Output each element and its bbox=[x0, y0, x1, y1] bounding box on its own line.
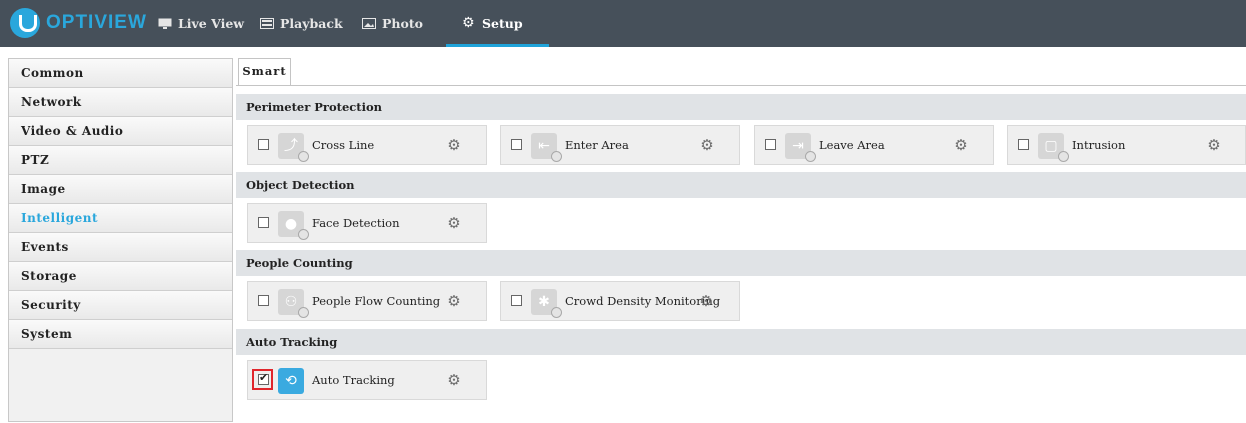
smart-settings-panel: Smart Perimeter Protection ⤴ Cross Line … bbox=[236, 58, 1246, 423]
sidebar-item-events[interactable]: Events bbox=[9, 233, 232, 262]
auto-tracking-icon: ⟲ bbox=[278, 368, 304, 394]
sidebar-item-system[interactable]: System bbox=[9, 320, 232, 349]
enter-area-checkbox[interactable] bbox=[511, 139, 522, 150]
cross-line-label: Cross Line bbox=[312, 138, 375, 152]
nav-playback-label: Playback bbox=[280, 16, 343, 31]
function-card-cross-line: ⤴ Cross Line ⚙ bbox=[247, 125, 487, 165]
section-people-counting: People Counting bbox=[236, 250, 1246, 276]
auto-tracking-settings-gear-icon[interactable]: ⚙ bbox=[447, 373, 461, 388]
nav-playback[interactable]: Playback bbox=[260, 0, 343, 47]
function-card-auto-tracking: ⟲ Auto Tracking ⚙ bbox=[247, 360, 487, 400]
crowd-density-icon: ✱ bbox=[531, 289, 562, 318]
cross-line-icon: ⤴ bbox=[278, 133, 309, 162]
brand-logo: OPTIVIEW bbox=[10, 6, 147, 40]
cross-line-checkbox[interactable] bbox=[258, 139, 269, 150]
intrusion-label: Intrusion bbox=[1072, 138, 1126, 152]
people-flow-counting-label: People Flow Counting bbox=[312, 294, 441, 308]
section-perimeter-protection: Perimeter Protection bbox=[236, 94, 1246, 120]
cross-line-settings-gear-icon[interactable]: ⚙ bbox=[447, 138, 461, 153]
nav-live-view-label: Live View bbox=[178, 16, 245, 31]
function-card-face-detection: ● Face Detection ⚙ bbox=[247, 203, 487, 243]
tab-divider bbox=[236, 85, 1246, 86]
enter-area-settings-gear-icon[interactable]: ⚙ bbox=[700, 138, 714, 153]
function-card-crowd-density-monitoring: ✱ Crowd Density Monitoring ⚙ bbox=[500, 281, 740, 321]
leave-area-icon: ⇥ bbox=[785, 133, 816, 162]
crowd-density-monitoring-settings-gear-icon[interactable]: ⚙ bbox=[699, 294, 713, 309]
leave-area-settings-gear-icon[interactable]: ⚙ bbox=[954, 138, 968, 153]
leave-area-checkbox[interactable] bbox=[765, 139, 776, 150]
sidebar-item-common[interactable]: Common bbox=[9, 59, 232, 88]
enter-area-icon: ⇤ bbox=[531, 133, 562, 162]
function-card-enter-area: ⇤ Enter Area ⚙ bbox=[500, 125, 740, 165]
sidebar-item-ptz[interactable]: PTZ bbox=[9, 146, 232, 175]
sidebar-item-image[interactable]: Image bbox=[9, 175, 232, 204]
nav-photo[interactable]: Photo bbox=[362, 0, 423, 47]
sidebar-item-security[interactable]: Security bbox=[9, 291, 232, 320]
sidebar-item-storage[interactable]: Storage bbox=[9, 262, 232, 291]
people-flow-icon: ⚇ bbox=[278, 289, 309, 318]
tab-smart[interactable]: Smart bbox=[238, 58, 291, 86]
function-card-intrusion: ▢ Intrusion ⚙ bbox=[1007, 125, 1246, 165]
monitor-icon bbox=[158, 18, 172, 29]
auto-tracking-checkbox[interactable] bbox=[258, 371, 269, 385]
filmstrip-icon bbox=[260, 18, 274, 29]
nav-setup[interactable]: ⚙ Setup bbox=[446, 0, 549, 47]
enter-area-label: Enter Area bbox=[565, 138, 629, 152]
crowd-density-monitoring-label: Crowd Density Monitoring bbox=[565, 294, 721, 308]
section-auto-tracking: Auto Tracking bbox=[236, 329, 1246, 355]
face-detection-icon: ● bbox=[278, 211, 309, 240]
function-card-people-flow-counting: ⚇ People Flow Counting ⚙ bbox=[247, 281, 487, 321]
nav-live-view[interactable]: Live View bbox=[158, 0, 244, 47]
face-detection-settings-gear-icon[interactable]: ⚙ bbox=[447, 216, 461, 231]
brand-logo-text: OPTIVIEW bbox=[46, 12, 147, 33]
nav-photo-label: Photo bbox=[382, 16, 423, 31]
function-card-leave-area: ⇥ Leave Area ⚙ bbox=[754, 125, 994, 165]
intrusion-settings-gear-icon[interactable]: ⚙ bbox=[1207, 138, 1221, 153]
people-flow-counting-checkbox[interactable] bbox=[258, 295, 269, 306]
nav-setup-label: Setup bbox=[482, 16, 523, 31]
settings-sidebar: Common Network Video & Audio PTZ Image I… bbox=[8, 58, 233, 422]
face-detection-checkbox[interactable] bbox=[258, 217, 269, 228]
intrusion-icon: ▢ bbox=[1038, 133, 1069, 162]
intrusion-checkbox[interactable] bbox=[1018, 139, 1029, 150]
section-object-detection: Object Detection bbox=[236, 172, 1246, 198]
gear-icon: ⚙ bbox=[462, 15, 475, 31]
auto-tracking-label: Auto Tracking bbox=[312, 373, 395, 387]
photo-icon bbox=[362, 18, 376, 29]
sidebar-item-video-audio[interactable]: Video & Audio bbox=[9, 117, 232, 146]
brand-logo-mark bbox=[10, 8, 40, 38]
people-flow-counting-settings-gear-icon[interactable]: ⚙ bbox=[447, 294, 461, 309]
crowd-density-monitoring-checkbox[interactable] bbox=[511, 295, 522, 306]
sidebar-item-intelligent[interactable]: Intelligent bbox=[9, 204, 232, 233]
top-nav-bar: OPTIVIEW Live View Playback Photo ⚙ Setu… bbox=[0, 0, 1246, 47]
leave-area-label: Leave Area bbox=[819, 138, 885, 152]
sidebar-item-network[interactable]: Network bbox=[9, 88, 232, 117]
face-detection-label: Face Detection bbox=[312, 216, 400, 230]
